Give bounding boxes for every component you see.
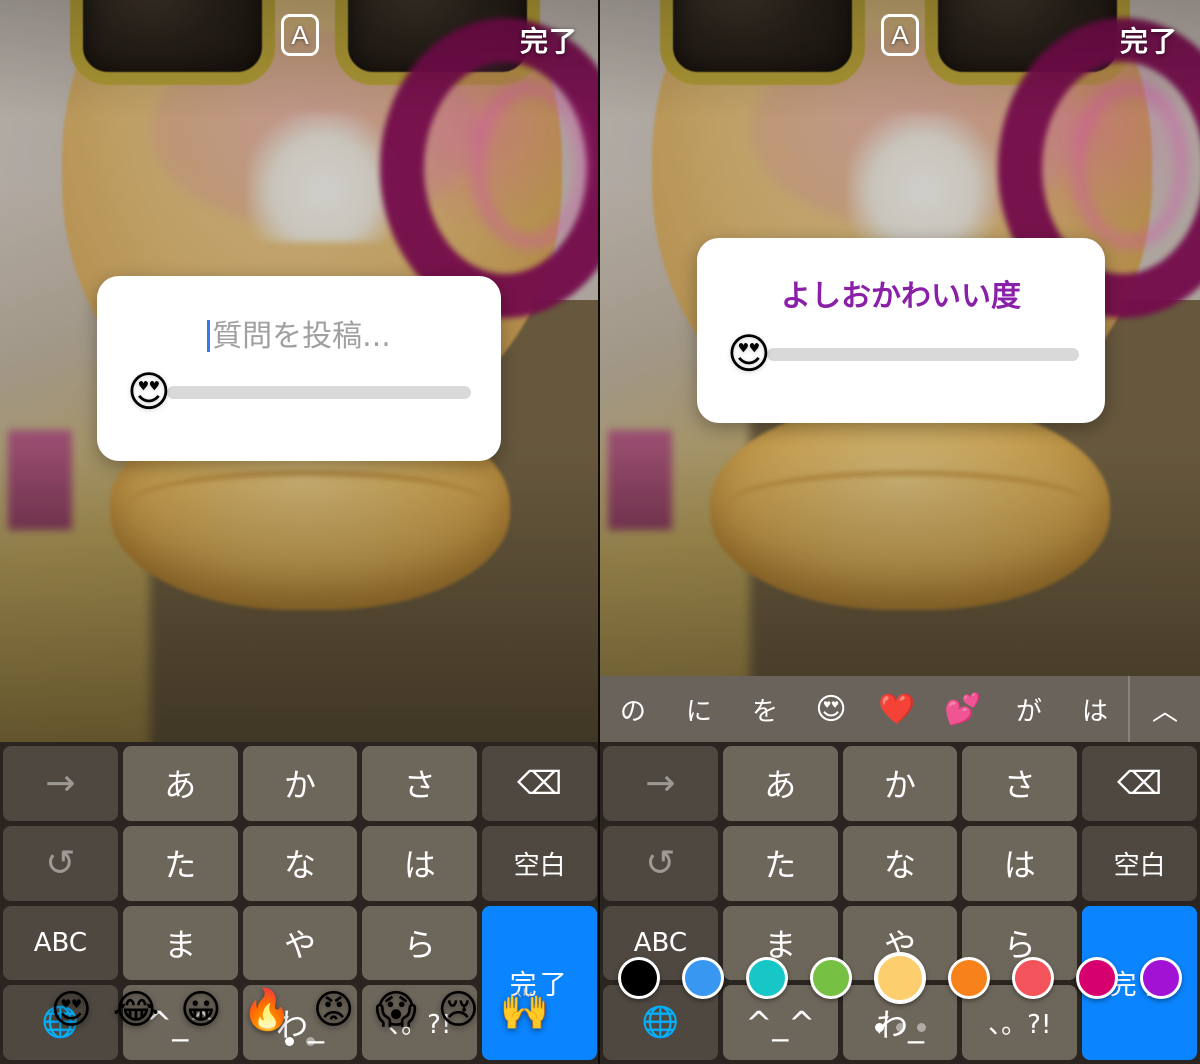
kana-ra-key[interactable]: ら <box>362 905 478 981</box>
emoji-slider-track[interactable] <box>166 385 471 399</box>
kana-ka-key[interactable]: か <box>242 746 358 821</box>
cursor-right-key[interactable]: → <box>603 746 718 821</box>
kana-a-key[interactable]: あ <box>122 746 238 821</box>
kana-na-key[interactable]: な <box>842 825 958 901</box>
done-button-2[interactable]: 完了 <box>1120 20 1178 60</box>
space-key[interactable]: 空白 <box>1082 825 1197 901</box>
emoji-option-0[interactable]: 😍 <box>50 990 92 1030</box>
backspace-key[interactable]: ⌫ <box>482 746 597 821</box>
question-sticker-card-empty[interactable]: 質問を投稿... 😍 <box>97 276 501 461</box>
question-placeholder-text[interactable]: 質問を投稿... <box>97 276 501 352</box>
question-title-text[interactable]: よしおかわいい度 <box>697 238 1105 312</box>
done-button[interactable]: 完了 <box>520 20 578 60</box>
color-swatch-purple[interactable] <box>1140 957 1182 999</box>
color-swatch-cyan[interactable] <box>746 957 788 999</box>
undo-key[interactable]: ↺ <box>603 825 718 901</box>
question-placeholder-label: 質問を投稿... <box>212 319 391 354</box>
color-page-dot-1 <box>895 1023 905 1032</box>
predictive-item-3[interactable]: 😍 <box>798 692 864 727</box>
kana-na-key[interactable]: な <box>242 825 358 901</box>
kana-sa-key[interactable]: さ <box>962 746 1078 821</box>
text-caret <box>207 320 211 352</box>
emoji-option-1[interactable]: 😂 <box>113 990 160 1030</box>
emoji-option-4[interactable]: 😡 <box>313 990 355 1030</box>
kana-ka-key[interactable]: か <box>842 746 958 821</box>
kana-ta-key[interactable]: た <box>122 825 238 901</box>
chevron-up-icon[interactable]: ︿ <box>1128 676 1200 742</box>
emoji-slider-track-2[interactable] <box>766 347 1079 361</box>
space-key[interactable]: 空白 <box>482 825 597 901</box>
emoji-option-2[interactable]: 😀 <box>180 990 222 1030</box>
cursor-right-key[interactable]: → <box>3 746 118 821</box>
right-topbar: A 完了 <box>600 0 1200 70</box>
predictive-item-6[interactable]: が <box>996 691 1062 728</box>
color-swatch-black[interactable] <box>618 957 660 999</box>
text-style-button[interactable]: A <box>281 14 319 56</box>
emoji-tray-page-dots <box>0 1037 598 1046</box>
left-panel: A 完了 質問を投稿... 😍 😍 😂 😀 🔥 😡 😱 😢 🙌 → あかさ ⌫ ↺ たなは空白 ABC ま… <box>0 0 600 1064</box>
color-swatch-red[interactable] <box>1012 957 1054 999</box>
right-keyboard: のにを 😍 ❤️ 💕 がは ︿ → あかさ ⌫ ↺ たなは空白 ABC まやら完了 🌐 ^_^ わ_、。?! <box>600 676 1200 1064</box>
backspace-key[interactable]: ⌫ <box>1082 746 1197 821</box>
text-style-button-2[interactable]: A <box>881 14 919 56</box>
emoji-slider-2[interactable]: 😍 <box>727 333 1079 375</box>
color-swatch-green[interactable] <box>810 957 852 999</box>
predictive-item-4[interactable]: ❤️ <box>864 692 930 727</box>
abc-switch-key[interactable]: ABC <box>3 905 118 981</box>
predictive-item-5[interactable]: 💕 <box>930 692 996 727</box>
color-swatch-yellow[interactable] <box>874 952 926 1004</box>
color-page-dot-2 <box>916 1023 926 1032</box>
predictive-item-2[interactable]: を <box>732 691 798 728</box>
page-dot-0 <box>285 1037 294 1046</box>
emoji-picker-tray[interactable]: 😍 😂 😀 🔥 😡 😱 😢 🙌 <box>0 990 598 1030</box>
predictive-item-1[interactable]: に <box>666 691 732 728</box>
right-keyboard-keys: → あかさ ⌫ ↺ たなは空白 ABC まやら完了 🌐 ^_^ わ_、。?! <box>600 742 1200 1064</box>
kana-ha-key[interactable]: は <box>362 825 478 901</box>
color-page-dot-0 <box>874 1023 884 1032</box>
emoji-option-6[interactable]: 😢 <box>437 990 479 1030</box>
kana-ya-key[interactable]: や <box>242 905 358 981</box>
kana-ha-key[interactable]: は <box>962 825 1078 901</box>
question-sticker-card-filled[interactable]: よしおかわいい度 😍 <box>697 238 1105 423</box>
emoji-option-7[interactable]: 🙌 <box>500 990 550 1030</box>
color-tray-page-dots <box>600 1023 1200 1032</box>
color-swatch-blue[interactable] <box>682 957 724 999</box>
undo-key[interactable]: ↺ <box>3 825 118 901</box>
kana-sa-key[interactable]: さ <box>362 746 478 821</box>
color-picker-tray[interactable] <box>600 952 1200 1004</box>
kana-a-key[interactable]: あ <box>722 746 838 821</box>
page-dot-1 <box>306 1037 315 1046</box>
predictive-text-bar[interactable]: のにを 😍 ❤️ 💕 がは ︿ <box>600 676 1200 742</box>
color-swatch-orange[interactable] <box>948 957 990 999</box>
emoji-slider-thumb-2[interactable]: 😍 <box>727 333 771 375</box>
right-panel: A 完了 よしおかわいい度 😍 のにを 😍 ❤️ 💕 がは ︿ → あかさ ⌫ ↺ たなは空白 AB… <box>600 0 1200 1064</box>
kana-ta-key[interactable]: た <box>722 825 838 901</box>
emoji-slider[interactable]: 😍 <box>127 371 471 413</box>
color-swatch-magenta[interactable] <box>1076 957 1118 999</box>
predictive-item-7[interactable]: は <box>1062 691 1128 728</box>
emoji-slider-thumb[interactable]: 😍 <box>127 371 171 413</box>
predictive-item-0[interactable]: の <box>600 691 666 728</box>
emoji-option-5[interactable]: 😱 <box>375 990 417 1030</box>
dual-screenshot-comparison: A 完了 質問を投稿... 😍 😍 😂 😀 🔥 😡 😱 😢 🙌 → あかさ ⌫ ↺ たなは空白 ABC ま… <box>0 0 1200 1064</box>
kana-ma-key[interactable]: ま <box>122 905 238 981</box>
emoji-option-3[interactable]: 🔥 <box>242 990 292 1030</box>
left-topbar: A 完了 <box>0 0 598 70</box>
